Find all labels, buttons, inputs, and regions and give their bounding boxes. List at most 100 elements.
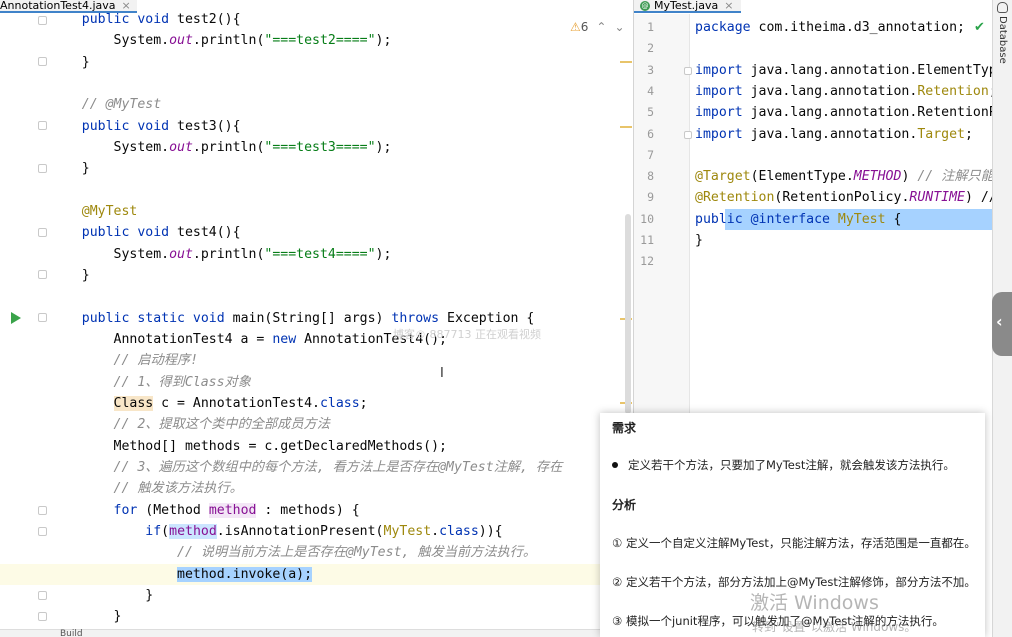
code-token: (ElementType.	[750, 169, 854, 184]
code-token: }	[50, 609, 122, 624]
code-line[interactable]: public @interface MyTest {	[695, 209, 992, 230]
notes-bullet: 定义若干个方法，只要加了MyTest注解，就会触发该方法执行。	[612, 457, 955, 473]
code-line[interactable]: @Target(ElementType.METHOD) // 注解只能	[695, 166, 992, 187]
fold-marker[interactable]	[684, 131, 692, 139]
line-number[interactable]: 6	[634, 124, 654, 145]
code-token: java.lang.annotation.ElementTyp	[750, 63, 992, 78]
build-tab[interactable]: Build	[60, 629, 83, 637]
code-line[interactable]: }	[0, 158, 633, 179]
code-line[interactable]: package com.itheima.d3_annotation;	[695, 17, 992, 38]
code-line[interactable]: }	[0, 52, 633, 73]
code-line[interactable]: // 2、提取这个类中的全部成员方法	[0, 414, 633, 435]
line-number[interactable]: 5	[634, 102, 654, 123]
notes-bullet-text: 定义若干个方法，只要加了MyTest注解，就会触发该方法执行。	[628, 458, 955, 472]
close-icon[interactable]: ×	[724, 0, 733, 12]
code-line[interactable]: import java.lang.annotation.Retention;	[695, 81, 992, 102]
code-token: method	[169, 524, 217, 539]
code-token: public void	[81, 12, 178, 27]
code-token: import	[695, 63, 751, 78]
code-line[interactable]	[0, 180, 633, 201]
code-line[interactable]: @Retention(RetentionPolicy.RUNTIME) //	[695, 187, 992, 208]
code-line[interactable]: }	[0, 265, 633, 286]
code-token: .	[431, 524, 440, 539]
line-number[interactable]: 9	[634, 187, 654, 208]
code-token: main(String[] args)	[232, 311, 392, 326]
code-line[interactable]	[0, 286, 633, 307]
code-token: : methods) {	[256, 503, 360, 518]
code-token: (	[161, 524, 170, 539]
code-token: @interface	[750, 212, 838, 227]
notes-heading-analysis: 分析	[612, 498, 637, 512]
code-token: );	[375, 247, 392, 262]
code-line[interactable]: method.invoke(a);	[0, 564, 633, 585]
code-line[interactable]	[695, 251, 992, 272]
collapse-handle[interactable]: ‹	[992, 292, 1012, 356]
line-number[interactable]: 2	[634, 38, 654, 59]
tab-annotationtest4[interactable]: AnnotationTest4.java ×	[0, 0, 137, 13]
code-line[interactable]: public void test4(){	[0, 222, 633, 243]
code-line[interactable]: @MyTest	[0, 201, 633, 222]
close-icon[interactable]: ×	[122, 0, 131, 12]
left-editor-pane[interactable]: public void test2(){ System.out.println(…	[0, 0, 633, 637]
code-line[interactable]: import java.lang.annotation.ElementTyp	[695, 60, 992, 81]
tab-mytest[interactable]: @ MyTest.java ×	[634, 0, 742, 13]
database-icon[interactable]	[997, 2, 1008, 13]
check-icon: ✔	[974, 20, 985, 35]
line-number[interactable]: 7	[634, 145, 654, 166]
previous-highlight-icon[interactable]: ⌃	[596, 20, 606, 34]
code-line[interactable]: // 3、遍历这个数组中的每个方法, 看方法上是否存在@MyTest注解, 存在	[0, 457, 633, 478]
code-token: public	[695, 212, 751, 227]
line-number[interactable]: 10	[634, 209, 654, 230]
code-line[interactable]: // 启动程序!	[0, 350, 633, 371]
code-line[interactable]: import java.lang.annotation.RetentionP	[695, 102, 992, 123]
code-line[interactable]: }	[695, 230, 992, 251]
vertical-scrollbar[interactable]	[625, 214, 631, 414]
code-line[interactable]: public void test3(){	[0, 116, 633, 137]
database-label[interactable]: Database	[997, 16, 1008, 64]
code-line[interactable]: if(method.isAnnotationPresent(MyTest.cla…	[0, 521, 633, 542]
line-number[interactable]: 4	[634, 81, 654, 102]
scroll-marker[interactable]	[620, 126, 632, 128]
code-line[interactable]: Method[] methods = c.getDeclaredMethods(…	[0, 436, 633, 457]
next-highlight-icon[interactable]: ⌄	[614, 20, 624, 34]
code-line[interactable]: // 1、得到Class对象	[0, 372, 633, 393]
code-line[interactable]: // 说明当前方法上是否存在@MyTest, 触发当前方法执行。	[0, 542, 633, 563]
code-line[interactable]: import java.lang.annotation.Target;	[695, 124, 992, 145]
code-token: .println(	[192, 33, 265, 48]
line-number[interactable]: 12	[634, 251, 654, 272]
scroll-marker[interactable]	[620, 61, 632, 63]
code-line[interactable]	[695, 145, 992, 166]
code-line[interactable]	[0, 73, 633, 94]
code-line[interactable]: System.out.println("===test4====");	[0, 244, 633, 265]
code-line[interactable]: Class c = AnnotationTest4.class;	[0, 393, 633, 414]
code-line[interactable]: for (Method method : methods) {	[0, 500, 633, 521]
code-line[interactable]: System.out.println("===test2====");	[0, 30, 633, 51]
warning-triangle-icon: ⚠	[570, 20, 581, 34]
code-line[interactable]: }	[0, 585, 633, 606]
code-token: .println(	[192, 140, 265, 155]
line-number[interactable]: 3	[634, 60, 654, 81]
fold-marker[interactable]	[684, 67, 692, 75]
code-token: out	[169, 33, 193, 48]
code-token: public void	[81, 119, 178, 134]
line-number[interactable]: 1	[634, 17, 654, 38]
code-line[interactable]	[695, 38, 992, 59]
code-line[interactable]: }	[0, 606, 633, 627]
line-number[interactable]: 11	[634, 230, 654, 251]
code-token: public void	[81, 225, 178, 240]
code-token: // 触发该方法执行。	[113, 481, 243, 496]
code-token: // 说明当前方法上是否存在@MyTest, 触发当前方法执行。	[177, 545, 537, 560]
code-line[interactable]: System.out.println("===test3====");	[0, 137, 633, 158]
code-line[interactable]: // @MyTest	[0, 94, 633, 115]
line-number[interactable]: 8	[634, 166, 654, 187]
code-line[interactable]: // 触发该方法执行。	[0, 478, 633, 499]
code-token: System.	[50, 140, 170, 155]
code-token: (RetentionPolicy.	[774, 190, 910, 205]
inspection-widget[interactable]: ⚠6 ⌃ ⌄	[570, 20, 625, 34]
